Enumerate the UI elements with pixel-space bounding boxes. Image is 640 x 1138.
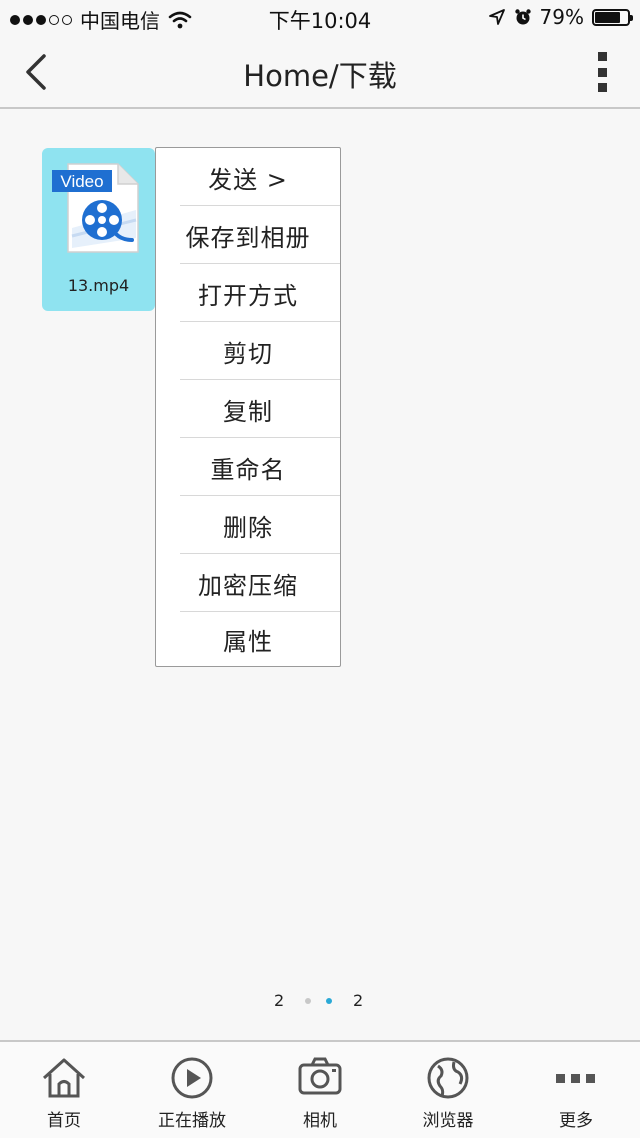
menu-item-open-with[interactable]: 打开方式 [156,264,340,322]
battery-percent: 79% [539,5,584,29]
page-dot-active[interactable] [326,998,332,1004]
menu-item-send[interactable]: 发送 > [156,148,340,206]
more-dots-icon [556,1074,595,1083]
tab-label: 浏览器 [422,1111,474,1131]
tab-bar: 首页 正在播放 相机 浏览器 更多 [0,1040,640,1138]
file-name: 13.mp4 [67,276,130,295]
tab-label: 相机 [303,1111,337,1131]
page-title: Home/下载 [243,59,397,93]
tab-camera[interactable]: 相机 [256,1042,384,1138]
status-right: 79% [488,5,633,29]
globe-icon [427,1057,469,1099]
tab-home[interactable]: 首页 [0,1042,128,1138]
tab-more[interactable]: 更多 [512,1042,640,1138]
location-arrow-icon [488,9,505,25]
screen: 中国电信 下午10:04 79% Home/下载 Video 13.mp4 发送… [0,0,640,1138]
menu-item-cut[interactable]: 剪切 [156,322,340,380]
battery-icon [592,8,633,26]
tab-label: 首页 [47,1111,81,1131]
menu-item-delete[interactable]: 删除 [156,496,340,554]
vertical-dots-icon[interactable] [590,52,614,92]
tab-label: 正在播放 [158,1111,226,1131]
tab-label: 更多 [559,1111,593,1131]
menu-item-copy[interactable]: 复制 [156,380,340,438]
page-indicator: 2 2 [0,988,640,1016]
home-icon [42,1058,86,1098]
play-icon [171,1057,213,1099]
video-file-icon: Video [52,163,139,253]
menu-item-encrypt-compress[interactable]: 加密压缩 [156,554,340,612]
camera-icon [298,1057,342,1095]
tab-browser[interactable]: 浏览器 [384,1042,512,1138]
page-count-right: 2 [353,991,364,1010]
page-dot-inactive[interactable] [305,998,311,1004]
alarm-icon [514,9,531,25]
page-count-left: 2 [274,991,285,1010]
navigation-bar: Home/下载 [0,36,640,109]
status-bar: 中国电信 下午10:04 79% [0,0,640,36]
context-menu: 发送 > 保存到相册 打开方式 剪切 复制 重命名 删除 加密压缩 属性 [155,147,341,667]
menu-item-rename[interactable]: 重命名 [156,438,340,496]
tab-now-playing[interactable]: 正在播放 [128,1042,256,1138]
video-icon-label: Video [60,172,103,191]
menu-item-properties[interactable]: 属性 [156,610,340,668]
file-item[interactable]: Video 13.mp4 [42,148,155,311]
menu-item-save-to-album[interactable]: 保存到相册 [156,206,340,264]
